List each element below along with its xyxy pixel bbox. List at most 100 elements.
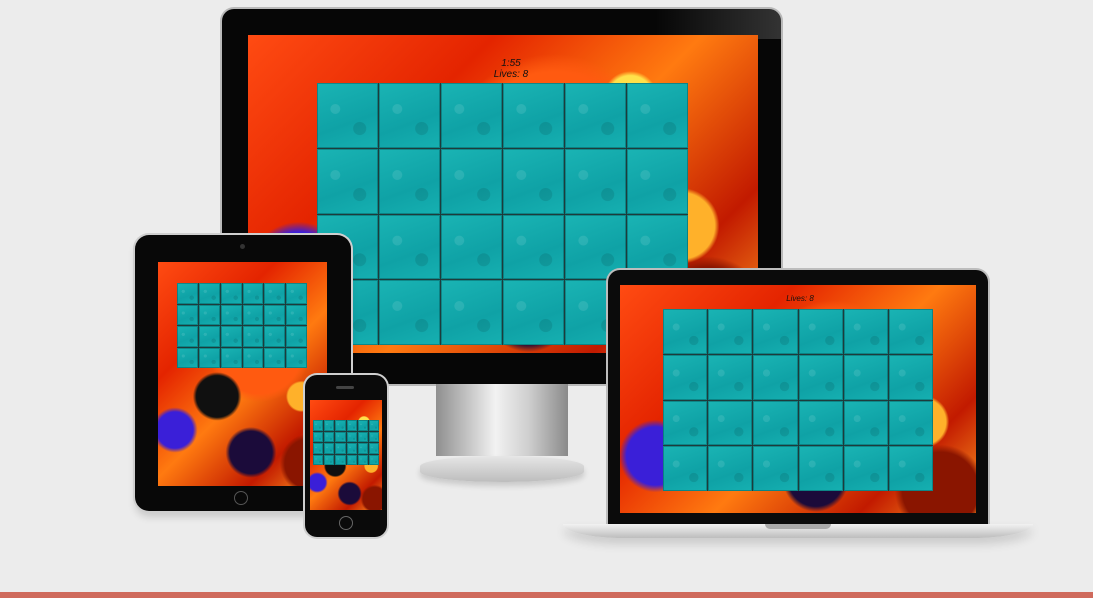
memory-card[interactable] — [317, 148, 378, 214]
memory-card[interactable] — [313, 454, 324, 465]
memory-card[interactable] — [888, 354, 933, 400]
memory-card[interactable] — [346, 431, 357, 442]
memory-card[interactable] — [798, 309, 843, 354]
memory-card[interactable] — [663, 400, 708, 446]
memory-card[interactable] — [708, 354, 753, 400]
memory-card[interactable] — [888, 309, 933, 354]
memory-card[interactable] — [335, 431, 346, 442]
memory-card[interactable] — [379, 83, 440, 148]
memory-card[interactable] — [843, 309, 888, 354]
memory-card[interactable] — [843, 400, 888, 446]
memory-card[interactable] — [379, 214, 440, 280]
memory-card[interactable] — [313, 443, 324, 454]
memory-card[interactable] — [264, 304, 286, 325]
memory-card[interactable] — [798, 354, 843, 400]
memory-card[interactable] — [335, 443, 346, 454]
memory-card[interactable] — [324, 454, 335, 465]
memory-card[interactable] — [379, 280, 440, 345]
memory-card[interactable] — [264, 283, 286, 304]
memory-card[interactable] — [798, 400, 843, 446]
memory-card[interactable] — [220, 304, 242, 325]
laptop-lives-text: Lives: 8 — [786, 294, 814, 303]
memory-card[interactable] — [264, 347, 286, 368]
memory-card[interactable] — [198, 326, 220, 347]
memory-card[interactable] — [441, 280, 502, 345]
memory-card[interactable] — [368, 443, 379, 454]
phone-card-grid — [313, 420, 379, 465]
memory-card[interactable] — [324, 420, 335, 431]
memory-card[interactable] — [503, 83, 564, 148]
memory-card[interactable] — [368, 431, 379, 442]
memory-card[interactable] — [441, 148, 502, 214]
memory-card[interactable] — [346, 454, 357, 465]
memory-card[interactable] — [286, 326, 307, 347]
memory-card[interactable] — [753, 309, 798, 354]
memory-card[interactable] — [198, 304, 220, 325]
memory-card[interactable] — [565, 83, 626, 148]
memory-card[interactable] — [888, 446, 933, 491]
memory-card[interactable] — [198, 283, 220, 304]
memory-card[interactable] — [242, 347, 264, 368]
memory-card[interactable] — [313, 420, 324, 431]
memory-card[interactable] — [843, 354, 888, 400]
memory-card[interactable] — [503, 148, 564, 214]
memory-card[interactable] — [286, 283, 307, 304]
memory-card[interactable] — [198, 347, 220, 368]
memory-card[interactable] — [368, 420, 379, 431]
memory-card[interactable] — [242, 326, 264, 347]
memory-card[interactable] — [220, 326, 242, 347]
memory-card[interactable] — [503, 280, 564, 345]
desktop-hud: 1:55 Lives: 8 — [481, 58, 541, 80]
memory-card[interactable] — [357, 454, 368, 465]
phone-screen — [310, 400, 382, 510]
laptop-card-grid — [663, 309, 933, 491]
memory-card[interactable] — [177, 304, 198, 325]
memory-card[interactable] — [335, 420, 346, 431]
memory-card[interactable] — [242, 304, 264, 325]
memory-card[interactable] — [753, 446, 798, 491]
memory-card[interactable] — [503, 214, 564, 280]
memory-card[interactable] — [346, 420, 357, 431]
memory-card[interactable] — [663, 309, 708, 354]
memory-card[interactable] — [177, 283, 198, 304]
memory-card[interactable] — [313, 431, 324, 442]
timer-text: 1:55 — [501, 58, 521, 69]
memory-card[interactable] — [753, 400, 798, 446]
memory-card[interactable] — [335, 454, 346, 465]
memory-card[interactable] — [357, 443, 368, 454]
memory-card[interactable] — [441, 214, 502, 280]
memory-card[interactable] — [379, 148, 440, 214]
memory-card[interactable] — [357, 431, 368, 442]
memory-card[interactable] — [264, 326, 286, 347]
memory-card[interactable] — [368, 454, 379, 465]
memory-card[interactable] — [286, 304, 307, 325]
memory-card[interactable] — [708, 446, 753, 491]
memory-card[interactable] — [177, 347, 198, 368]
memory-card[interactable] — [220, 283, 242, 304]
memory-card[interactable] — [220, 347, 242, 368]
memory-card[interactable] — [357, 420, 368, 431]
memory-card[interactable] — [324, 431, 335, 442]
memory-card[interactable] — [346, 443, 357, 454]
memory-card[interactable] — [627, 148, 688, 214]
memory-card[interactable] — [663, 354, 708, 400]
memory-card[interactable] — [753, 354, 798, 400]
memory-card[interactable] — [317, 83, 378, 148]
memory-card[interactable] — [627, 83, 688, 148]
monitor-stand-base — [420, 456, 584, 482]
memory-card[interactable] — [177, 326, 198, 347]
memory-card[interactable] — [242, 283, 264, 304]
memory-card[interactable] — [708, 400, 753, 446]
memory-card[interactable] — [286, 347, 307, 368]
memory-card[interactable] — [324, 443, 335, 454]
bottom-accent-bar — [0, 592, 1093, 598]
phone-home-button[interactable] — [339, 516, 353, 530]
memory-card[interactable] — [888, 400, 933, 446]
memory-card[interactable] — [843, 446, 888, 491]
memory-card[interactable] — [441, 83, 502, 148]
tablet-home-button[interactable] — [234, 491, 248, 505]
memory-card[interactable] — [663, 446, 708, 491]
memory-card[interactable] — [565, 148, 626, 214]
memory-card[interactable] — [708, 309, 753, 354]
memory-card[interactable] — [798, 446, 843, 491]
